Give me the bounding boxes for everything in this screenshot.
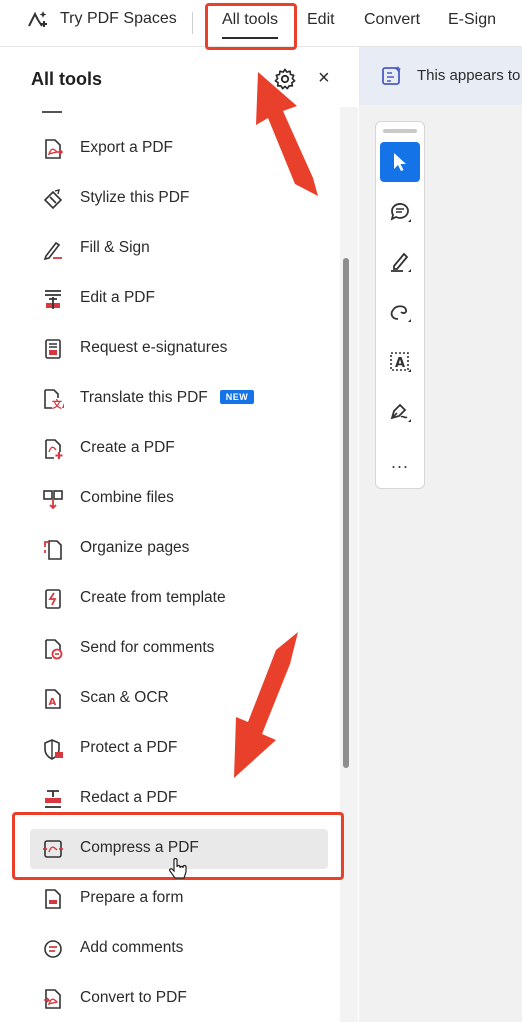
svg-text:A: A xyxy=(395,356,405,371)
tool-label: Create from template xyxy=(80,589,226,606)
text-box-icon: A xyxy=(390,352,411,372)
tool-prepare-form[interactable]: Prepare a form xyxy=(30,879,328,919)
svg-text:文A: 文A xyxy=(52,398,64,410)
add-comments-icon xyxy=(44,940,62,958)
tool-label: Create a PDF xyxy=(80,439,175,456)
tool-stylize-pdf[interactable]: Stylize this PDF xyxy=(30,179,328,219)
notice-text: This appears to xyxy=(417,67,521,84)
gear-icon[interactable] xyxy=(274,68,296,90)
convert-pdf-icon xyxy=(44,989,61,1009)
tool-send-for-comments[interactable]: Send for comments xyxy=(30,629,328,669)
edit-pdf-icon xyxy=(45,290,61,309)
tool-label: Convert to PDF xyxy=(80,989,187,1006)
comment-icon xyxy=(390,203,411,222)
tool-edit-pdf[interactable]: Edit a PDF xyxy=(30,279,328,319)
request-esign-icon xyxy=(45,339,61,359)
menu-esign[interactable]: E-Sign xyxy=(448,11,496,29)
text-box-tool-button[interactable]: A xyxy=(380,342,420,382)
send-comments-icon xyxy=(45,639,63,660)
menu-convert[interactable]: Convert xyxy=(364,11,420,29)
combine-icon xyxy=(43,490,63,510)
tool-organize-pages[interactable]: Organize pages xyxy=(30,529,328,569)
tool-label: Request e-signatures xyxy=(80,339,228,356)
tool-label: Stylize this PDF xyxy=(80,189,190,206)
tool-label: Translate this PDF NEW xyxy=(80,389,255,407)
sparkle-pdf-icon xyxy=(28,11,47,27)
tool-protect-pdf[interactable]: Protect a PDF xyxy=(30,729,328,769)
quick-tools-toolbar: A ... xyxy=(375,121,425,489)
more-tools-button[interactable]: ... xyxy=(376,452,424,473)
menu-edit[interactable]: Edit xyxy=(307,11,335,29)
tool-label: Add comments xyxy=(80,939,184,956)
notice-banner: This appears to xyxy=(359,47,522,105)
protect-icon xyxy=(44,739,63,760)
form-detect-icon xyxy=(382,66,401,85)
tool-label: Send for comments xyxy=(80,639,215,656)
sign-tool-button[interactable] xyxy=(380,392,420,432)
template-icon xyxy=(45,589,61,609)
tool-create-from-template[interactable]: Create from template xyxy=(30,579,328,619)
all-tools-highlight-box xyxy=(205,3,297,50)
tool-label: Combine files xyxy=(80,489,174,506)
redact-icon xyxy=(45,790,61,808)
menu-divider xyxy=(192,12,193,34)
svg-text:A: A xyxy=(49,697,57,708)
scan-ocr-icon: A xyxy=(45,689,61,709)
organize-icon xyxy=(44,540,62,560)
tool-label: Organize pages xyxy=(80,539,190,556)
new-badge: NEW xyxy=(219,390,255,404)
hand-cursor-icon xyxy=(169,858,187,879)
try-pdf-spaces-label: Try PDF Spaces xyxy=(60,10,177,27)
tool-translate-pdf[interactable]: 文A Translate this PDFNEW xyxy=(30,379,328,419)
panel-title: All tools xyxy=(31,69,102,89)
tool-convert-to-pdf[interactable]: Convert to PDF xyxy=(30,979,328,1019)
tool-scan-ocr[interactable]: A Scan & OCR xyxy=(30,679,328,719)
tool-combine-files[interactable]: Combine files xyxy=(30,479,328,519)
draw-tool-button[interactable] xyxy=(380,292,420,332)
tool-export-pdf[interactable]: Export a PDF xyxy=(30,129,328,169)
draw-freehand-icon xyxy=(390,305,411,322)
toolbar-drag-handle[interactable] xyxy=(383,129,417,133)
tool-label: Redact a PDF xyxy=(80,789,178,806)
tool-label: Protect a PDF xyxy=(80,739,178,756)
select-tool-button[interactable] xyxy=(380,142,420,182)
tool-add-comments[interactable]: Add comments xyxy=(30,929,328,969)
partial-tool-icon xyxy=(42,107,62,113)
fill-sign-icon xyxy=(43,241,62,260)
scrollbar-thumb[interactable] xyxy=(343,258,349,768)
tool-label: Fill & Sign xyxy=(80,239,150,256)
translate-icon: 文A xyxy=(44,389,64,410)
highlight-tool-button[interactable] xyxy=(380,242,420,282)
comment-tool-button[interactable] xyxy=(380,192,420,232)
tool-label: Prepare a form xyxy=(80,889,184,906)
export-pdf-icon xyxy=(45,139,64,159)
prepare-form-icon xyxy=(45,889,61,909)
tool-label: Scan & OCR xyxy=(80,689,169,706)
tool-fill-sign[interactable]: Fill & Sign xyxy=(30,229,328,269)
tool-label: Export a PDF xyxy=(80,139,174,156)
try-pdf-spaces-button[interactable]: Try PDF Spaces xyxy=(26,8,177,30)
select-pointer-icon xyxy=(394,153,406,171)
close-icon[interactable]: × xyxy=(318,67,330,90)
tool-request-esignatures[interactable]: Request e-signatures xyxy=(30,329,328,369)
stylize-icon xyxy=(43,189,63,210)
tool-create-pdf[interactable]: Create a PDF xyxy=(30,429,328,469)
highlight-icon xyxy=(391,252,411,272)
create-pdf-icon xyxy=(45,439,63,459)
tool-label: Edit a PDF xyxy=(80,289,155,306)
sign-icon xyxy=(390,403,411,422)
